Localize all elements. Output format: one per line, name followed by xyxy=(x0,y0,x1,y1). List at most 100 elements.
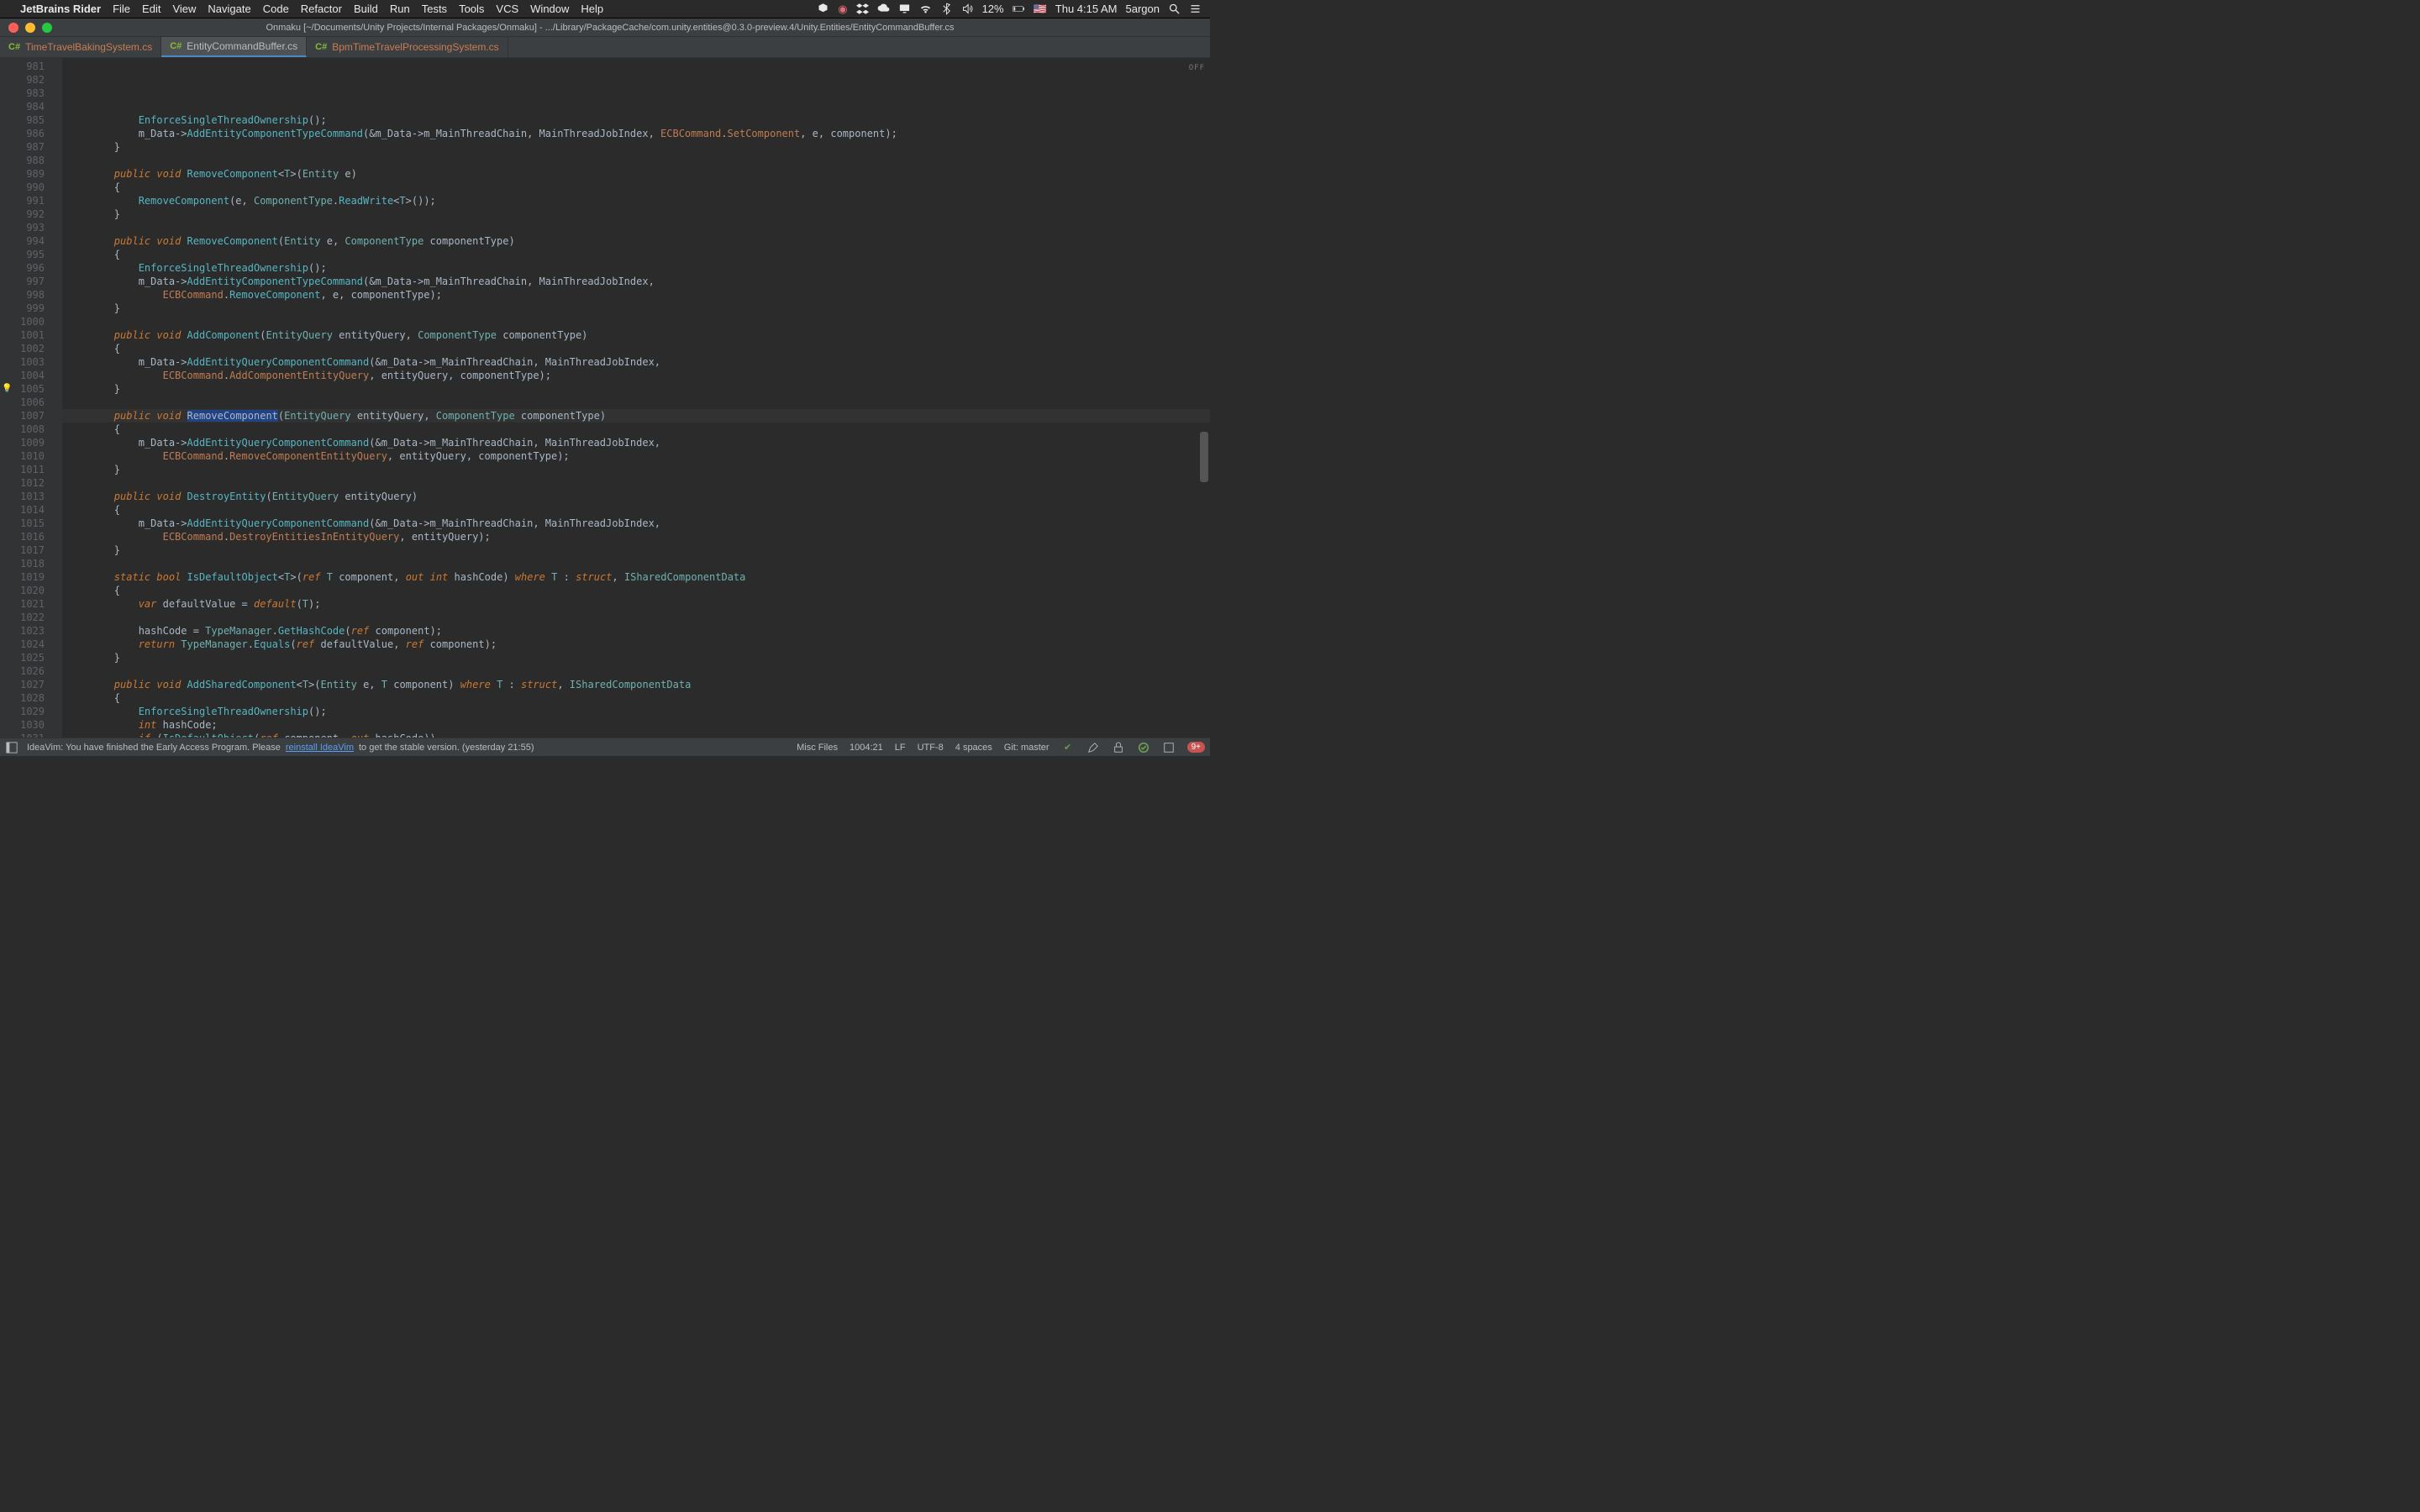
code-line[interactable] xyxy=(62,664,1210,678)
code-line[interactable]: { xyxy=(62,691,1210,705)
code-line[interactable]: m_Data->AddEntityComponentTypeCommand(&m… xyxy=(62,275,1210,288)
vertical-scrollbar[interactable] xyxy=(1200,58,1208,738)
menu-edit[interactable]: Edit xyxy=(142,3,160,15)
username[interactable]: 5argon xyxy=(1126,3,1160,15)
menu-tests[interactable]: Tests xyxy=(422,3,447,15)
code-line[interactable]: if (IsDefaultObject(ref component, out h… xyxy=(62,732,1210,738)
cloud-icon[interactable] xyxy=(877,3,890,15)
code-line[interactable]: } xyxy=(62,382,1210,396)
code-line[interactable]: public void DestroyEntity(EntityQuery en… xyxy=(62,490,1210,503)
build-icon[interactable] xyxy=(1162,741,1176,754)
code-line[interactable]: public void RemoveComponent(EntityQuery … xyxy=(62,409,1210,423)
code-line[interactable]: m_Data->AddEntityComponentTypeCommand(&m… xyxy=(62,127,1210,140)
code-line[interactable]: { xyxy=(62,342,1210,355)
code-line[interactable] xyxy=(62,221,1210,234)
code-line[interactable]: var defaultValue = default(T); xyxy=(62,597,1210,611)
code-line[interactable] xyxy=(62,476,1210,490)
caret-position[interactable]: 1004:21 xyxy=(850,743,883,753)
volume-icon[interactable] xyxy=(961,3,974,15)
code-line[interactable] xyxy=(62,154,1210,167)
code-line[interactable]: { xyxy=(62,248,1210,261)
encoding[interactable]: UTF-8 xyxy=(918,743,944,753)
menu-help[interactable]: Help xyxy=(581,3,603,15)
fold-column[interactable] xyxy=(50,58,62,738)
vim-icon[interactable]: ✔ xyxy=(1061,741,1075,754)
menu-refactor[interactable]: Refactor xyxy=(301,3,342,15)
bluetooth-icon[interactable] xyxy=(940,3,953,15)
code-line[interactable]: } xyxy=(62,463,1210,476)
code-line[interactable]: } xyxy=(62,651,1210,664)
menu-navigate[interactable]: Navigate xyxy=(208,3,250,15)
code-line[interactable]: m_Data->AddEntityQueryComponentCommand(&… xyxy=(62,436,1210,449)
code-line[interactable]: ECBCommand.AddComponentEntityQuery, enti… xyxy=(62,369,1210,382)
minimize-button[interactable] xyxy=(25,23,35,33)
menu-window[interactable]: Window xyxy=(530,3,569,15)
code-line[interactable]: } xyxy=(62,207,1210,221)
pen-icon[interactable] xyxy=(1086,741,1100,754)
code-line[interactable] xyxy=(62,100,1210,113)
battery-icon[interactable] xyxy=(1013,3,1025,15)
line-ending[interactable]: LF xyxy=(895,743,906,753)
menu-view[interactable]: View xyxy=(172,3,196,15)
code-line[interactable] xyxy=(62,315,1210,328)
unity-icon[interactable] xyxy=(817,3,829,15)
menu-tools[interactable]: Tools xyxy=(459,3,484,15)
notification-badge[interactable]: 9+ xyxy=(1187,742,1205,753)
code-line[interactable]: public void RemoveComponent(Entity e, Co… xyxy=(62,234,1210,248)
code-area[interactable]: OFF EnforceSingleThreadOwnership(); m_Da… xyxy=(62,58,1210,738)
code-line[interactable]: { xyxy=(62,584,1210,597)
app-name[interactable]: JetBrains Rider xyxy=(20,3,101,15)
code-line[interactable]: return TypeManager.Equals(ref defaultVal… xyxy=(62,638,1210,651)
code-line[interactable]: EnforceSingleThreadOwnership(); xyxy=(62,261,1210,275)
code-line[interactable]: hashCode = TypeManager.GetHashCode(ref c… xyxy=(62,624,1210,638)
indent[interactable]: 4 spaces xyxy=(955,743,992,753)
close-button[interactable] xyxy=(8,23,18,33)
code-line[interactable]: { xyxy=(62,423,1210,436)
menu-code[interactable]: Code xyxy=(263,3,289,15)
code-line[interactable]: { xyxy=(62,181,1210,194)
code-line[interactable]: public void RemoveComponent<T>(Entity e) xyxy=(62,167,1210,181)
scrollbar-thumb[interactable] xyxy=(1200,432,1208,482)
menu-file[interactable]: File xyxy=(113,3,130,15)
spotlight-icon[interactable] xyxy=(1168,3,1181,15)
code-line[interactable] xyxy=(62,557,1210,570)
toolwindow-icon[interactable] xyxy=(5,741,18,754)
code-line[interactable]: EnforceSingleThreadOwnership(); xyxy=(62,113,1210,127)
git-branch[interactable]: Git: master xyxy=(1004,743,1050,753)
code-line[interactable]: EnforceSingleThreadOwnership(); xyxy=(62,705,1210,718)
lock-icon[interactable] xyxy=(1112,741,1125,754)
misc-files[interactable]: Misc Files xyxy=(797,743,838,753)
tab-timetravel[interactable]: C# TimeTravelBakingSystem.cs xyxy=(0,37,161,57)
code-line[interactable]: m_Data->AddEntityQueryComponentCommand(&… xyxy=(62,517,1210,530)
code-line[interactable]: public void AddComponent(EntityQuery ent… xyxy=(62,328,1210,342)
code-line[interactable]: RemoveComponent(e, ComponentType.ReadWri… xyxy=(62,194,1210,207)
code-line[interactable]: { xyxy=(62,503,1210,517)
tab-entitycommandbuffer[interactable]: C# EntityCommandBuffer.cs xyxy=(161,37,307,57)
code-line[interactable]: } xyxy=(62,140,1210,154)
wifi-icon[interactable] xyxy=(919,3,932,15)
code-line[interactable]: ECBCommand.RemoveComponentEntityQuery, e… xyxy=(62,449,1210,463)
tab-bpmtimetravel[interactable]: C# BpmTimeTravelProcessingSystem.cs xyxy=(307,37,508,57)
menu-run[interactable]: Run xyxy=(390,3,410,15)
code-line[interactable]: public void AddSharedComponent<T>(Entity… xyxy=(62,678,1210,691)
code-line[interactable]: m_Data->AddEntityQueryComponentCommand(&… xyxy=(62,355,1210,369)
code-line[interactable]: } xyxy=(62,543,1210,557)
dropbox-icon[interactable] xyxy=(856,3,869,15)
hamburger-icon[interactable] xyxy=(1189,3,1202,15)
battery-percent[interactable]: 12% xyxy=(982,3,1004,15)
code-line[interactable]: ECBCommand.RemoveComponent, e, component… xyxy=(62,288,1210,302)
menu-build[interactable]: Build xyxy=(354,3,378,15)
maximize-button[interactable] xyxy=(42,23,52,33)
code-line[interactable]: } xyxy=(62,302,1210,315)
clock[interactable]: Thu 4:15 AM xyxy=(1055,3,1118,15)
code-line[interactable]: static bool IsDefaultObject<T>(ref T com… xyxy=(62,570,1210,584)
record-icon[interactable]: ◉ xyxy=(838,3,847,16)
code-line[interactable] xyxy=(62,611,1210,624)
flag-icon[interactable]: 🇺🇸 xyxy=(1034,3,1047,16)
display-icon[interactable] xyxy=(898,3,911,15)
code-line[interactable]: int hashCode; xyxy=(62,718,1210,732)
code-line[interactable] xyxy=(62,396,1210,409)
menu-vcs[interactable]: VCS xyxy=(496,3,518,15)
code-editor[interactable]: 9819829839849859869879889899909919929939… xyxy=(0,58,1210,738)
code-line[interactable]: ECBCommand.DestroyEntitiesInEntityQuery,… xyxy=(62,530,1210,543)
